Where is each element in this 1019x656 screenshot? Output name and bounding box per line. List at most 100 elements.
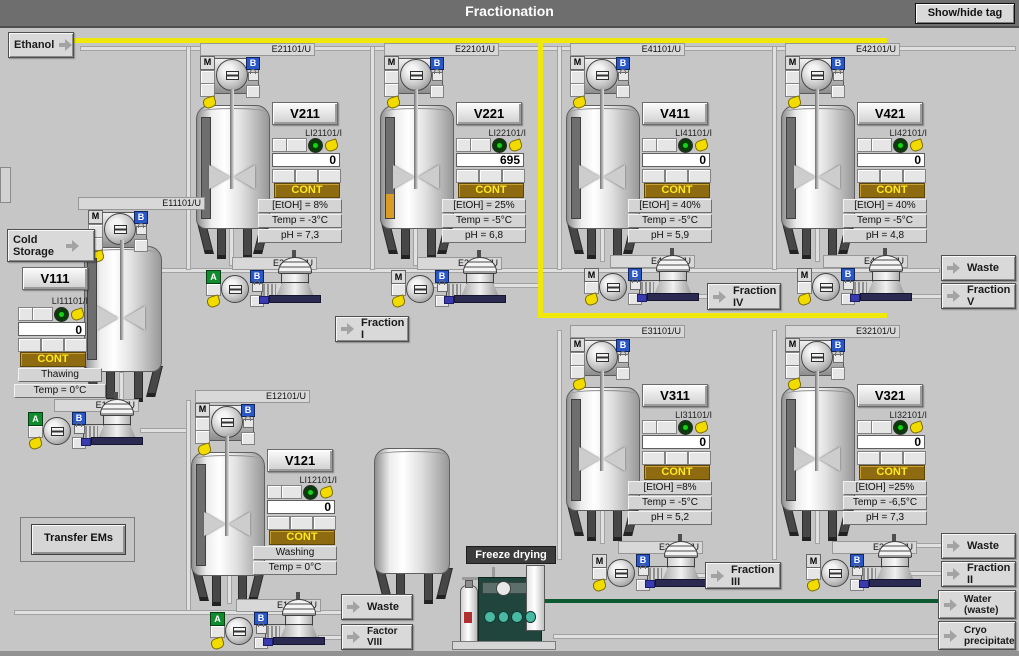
faceplate-button[interactable] — [642, 169, 665, 183]
faceplate-button[interactable] — [857, 451, 880, 465]
faceplate-button[interactable] — [903, 169, 926, 183]
agitator-motor[interactable]: M B — [88, 210, 160, 260]
fraction-i-button[interactable]: Fraction I — [335, 316, 409, 342]
faceplate-button[interactable] — [41, 338, 64, 352]
vessel-button-v111[interactable]: V111 — [22, 267, 88, 290]
faceplate-button[interactable] — [857, 138, 872, 152]
waste-center-button[interactable]: Waste — [341, 594, 413, 620]
motor-button[interactable] — [616, 367, 630, 380]
vessel-button-v121[interactable]: V121 — [267, 449, 333, 472]
faceplate-button[interactable] — [502, 169, 525, 183]
motor-button[interactable] — [785, 70, 800, 84]
motor-button[interactable] — [200, 70, 215, 84]
agitator-motor[interactable]: M B — [200, 56, 272, 106]
transfer-ems-button[interactable]: Transfer EMs — [31, 524, 126, 555]
faceplate-button[interactable] — [656, 420, 677, 434]
motor-icon[interactable] — [599, 273, 627, 301]
centrifuge-icon[interactable] — [276, 250, 314, 304]
faceplate-button[interactable] — [857, 169, 880, 183]
agitator-motor[interactable]: M B — [384, 56, 456, 106]
faceplate-button[interactable] — [456, 169, 479, 183]
motor-icon[interactable] — [801, 341, 833, 373]
cont-button[interactable]: CONT — [859, 183, 925, 198]
motor-button[interactable] — [570, 70, 585, 84]
centrifuge-icon[interactable] — [662, 534, 700, 588]
cryo-precipitate-button[interactable]: Cryo precipitate — [938, 621, 1016, 650]
motor-button[interactable] — [785, 352, 800, 366]
faceplate-button[interactable] — [295, 169, 318, 183]
centrifuge-icon[interactable] — [867, 248, 905, 302]
waste-top-right-button[interactable]: Waste — [941, 255, 1016, 281]
faceplate-button[interactable] — [28, 425, 43, 438]
faceplate-button[interactable] — [281, 485, 302, 499]
faceplate-button[interactable] — [871, 138, 892, 152]
cont-button[interactable]: CONT — [20, 352, 86, 367]
motor-icon[interactable] — [400, 59, 432, 91]
faceplate-button[interactable] — [665, 169, 688, 183]
centrifuge-icon[interactable] — [876, 534, 914, 588]
cont-button[interactable]: CONT — [269, 530, 335, 545]
motor-icon[interactable] — [216, 59, 248, 91]
fraction-v-button[interactable]: Fraction V — [941, 283, 1016, 309]
faceplate-button[interactable] — [688, 169, 711, 183]
faceplate-button[interactable] — [592, 567, 607, 580]
ethanol-source-button[interactable]: Ethanol — [8, 32, 74, 58]
motor-button[interactable] — [570, 352, 585, 366]
faceplate-button[interactable] — [18, 338, 41, 352]
cont-button[interactable]: CONT — [644, 183, 710, 198]
faceplate-button[interactable] — [32, 307, 53, 321]
agitator-motor[interactable]: M B — [570, 56, 642, 106]
centrifuge-icon[interactable] — [280, 592, 318, 646]
freeze-dryer-unit[interactable] — [452, 565, 554, 649]
faceplate-button[interactable] — [880, 451, 903, 465]
motor-button[interactable] — [134, 239, 148, 252]
faceplate-button[interactable] — [267, 485, 282, 499]
centrifuge-icon[interactable] — [461, 250, 499, 304]
motor-icon[interactable] — [211, 406, 243, 438]
motor-icon[interactable] — [821, 559, 849, 587]
cont-button[interactable]: CONT — [644, 465, 710, 480]
agitator-motor[interactable]: M B — [570, 338, 642, 388]
faceplate-button[interactable] — [797, 281, 812, 294]
faceplate-button[interactable] — [903, 451, 926, 465]
motor-button[interactable] — [241, 432, 255, 445]
fraction-iv-button[interactable]: Fraction IV — [707, 283, 781, 310]
faceplate-button[interactable] — [656, 138, 677, 152]
faceplate-button[interactable] — [206, 283, 221, 296]
motor-button[interactable] — [430, 85, 444, 98]
faceplate-button[interactable] — [64, 338, 87, 352]
motor-icon[interactable] — [43, 417, 71, 445]
centrifuge-icon[interactable] — [654, 248, 692, 302]
faceplate-button[interactable] — [479, 169, 502, 183]
vessel-button-v421[interactable]: V421 — [857, 102, 923, 125]
show-hide-tag-button[interactable]: Show/hide tag — [915, 3, 1015, 24]
faceplate-button[interactable] — [665, 451, 688, 465]
faceplate-button[interactable] — [871, 420, 892, 434]
cont-button[interactable]: CONT — [859, 465, 925, 480]
faceplate-button[interactable] — [290, 516, 313, 530]
fraction-ii-button[interactable]: Fraction II — [941, 561, 1016, 587]
cont-button[interactable]: CONT — [274, 183, 340, 198]
factor-viii-button[interactable]: Factor VIII — [341, 624, 413, 650]
faceplate-button[interactable] — [880, 169, 903, 183]
centrifuge-icon[interactable] — [98, 392, 136, 446]
motor-button[interactable] — [831, 85, 845, 98]
water-waste-button[interactable]: Water (waste) — [938, 590, 1016, 619]
motor-icon[interactable] — [225, 617, 253, 645]
cold-storage-source-button[interactable]: Cold Storage — [7, 229, 95, 262]
faceplate-button[interactable] — [642, 420, 657, 434]
motor-button[interactable] — [384, 70, 399, 84]
agitator-motor[interactable]: M B — [195, 403, 267, 453]
faceplate-button[interactable] — [642, 451, 665, 465]
motor-icon[interactable] — [586, 341, 618, 373]
motor-button[interactable] — [616, 85, 630, 98]
faceplate-button[interactable] — [584, 281, 599, 294]
agitator-motor[interactable]: M B — [785, 56, 857, 106]
faceplate-button[interactable] — [313, 516, 336, 530]
vessel-button-v211[interactable]: V211 — [272, 102, 338, 125]
faceplate-button[interactable] — [642, 138, 657, 152]
faceplate-button[interactable] — [456, 138, 471, 152]
fraction-iii-button[interactable]: Fraction III — [705, 562, 781, 589]
agitator-motor[interactable]: M B — [785, 338, 857, 388]
faceplate-button[interactable] — [272, 169, 295, 183]
